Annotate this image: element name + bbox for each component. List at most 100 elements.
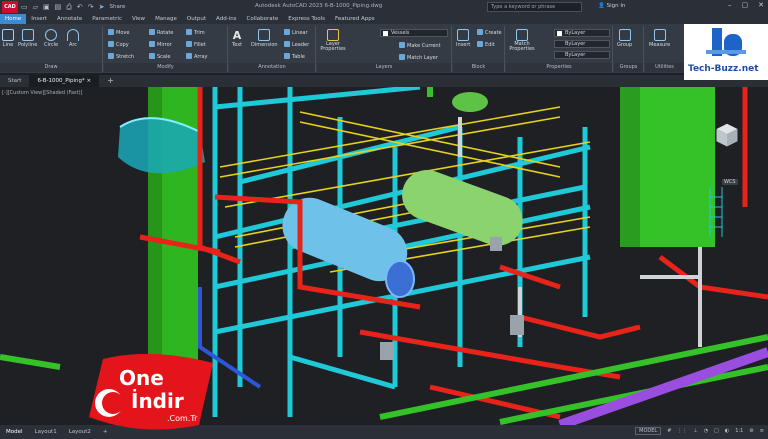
polar-icon[interactable]: ◔ (704, 428, 708, 434)
match-layer-button[interactable]: Match Layer (399, 54, 438, 61)
array-button[interactable]: Array (186, 53, 207, 60)
stretch-button[interactable]: Stretch (108, 53, 134, 60)
title-bar: CAD ▭ ▱ ▣ ▤ ⎙ ↶ ↷ ➤ Share Autodesk AutoC… (0, 0, 768, 14)
app-menu-button[interactable]: CAD (2, 1, 18, 13)
grid-icon[interactable]: # (667, 428, 671, 434)
open-icon[interactable]: ▱ (33, 3, 38, 11)
trim-button[interactable]: Trim (186, 29, 205, 36)
rotate-button[interactable]: Rotate (149, 29, 173, 36)
color-swatch (557, 31, 562, 36)
model-tab[interactable]: Model (0, 429, 29, 435)
annotation-group: A Text Dimension Linear Leader Table Anno… (229, 26, 316, 72)
redo-icon[interactable]: ↷ (88, 3, 94, 11)
save-icon[interactable]: ▣ (43, 3, 50, 11)
osnap-icon[interactable]: □ (714, 428, 719, 434)
status-tools: MODEL # ⋮⋮ ⊥ ◔ □ ◐ 1:1 ⚙ ≡ (635, 427, 764, 435)
lineweight-dropdown[interactable]: ByLayer (554, 40, 610, 48)
techbuzz-logo-mark (706, 28, 746, 56)
sign-in-button[interactable]: 👤 Sign In (598, 3, 625, 9)
tab-featured-apps[interactable]: Featured Apps (330, 16, 380, 22)
close-icon[interactable]: ✕ (758, 1, 764, 9)
block-group-label[interactable]: Block (453, 63, 504, 72)
dimension-icon (258, 29, 271, 41)
snap-icon[interactable]: ⋮⋮ (677, 428, 687, 434)
mirror-button[interactable]: Mirror (149, 41, 172, 48)
wcs-label[interactable]: WCS (722, 179, 738, 185)
linear-button[interactable]: Linear (284, 29, 308, 36)
new-tab-button[interactable]: + (99, 75, 122, 87)
viewcube[interactable] (713, 122, 741, 150)
minimize-icon[interactable]: – (728, 1, 732, 9)
tab-view[interactable]: View (127, 16, 150, 22)
match-properties-button[interactable]: Match Properties (509, 29, 535, 52)
layers-group-label[interactable]: Layers (317, 63, 451, 72)
utilities-group-label[interactable]: Utilities (645, 63, 684, 72)
linetype-dropdown[interactable]: ByLayer (554, 51, 610, 59)
model-space-toggle[interactable]: MODEL (635, 427, 662, 435)
viewport-controls[interactable]: [-][Custom View][Shaded (Fast)] (2, 90, 83, 96)
layer-properties-button[interactable]: Layer Properties (320, 29, 346, 52)
color-dropdown[interactable]: ByLayer (554, 29, 610, 37)
menu-icon[interactable]: ≡ (760, 428, 764, 434)
search-input[interactable]: Type a keyword or phrase (487, 2, 582, 12)
layer-dropdown[interactable]: Vessels (380, 29, 448, 37)
tab-output[interactable]: Output (182, 16, 211, 22)
layer-properties-icon (327, 29, 339, 41)
table-button[interactable]: Table (284, 53, 305, 60)
group-button[interactable]: Group (617, 29, 632, 48)
make-current-button[interactable]: Make Current (399, 42, 441, 49)
tab-insert[interactable]: Insert (26, 16, 52, 22)
modify-group-label[interactable]: Modify (104, 63, 227, 72)
group-icon (618, 29, 631, 41)
modify-group: Move Rotate Trim Copy Mirror Fillet Stre… (104, 26, 228, 72)
ortho-icon[interactable]: ⊥ (693, 428, 697, 434)
draw-group-label[interactable]: Draw (0, 63, 102, 72)
properties-group-label[interactable]: Properties (506, 63, 612, 72)
tab-add-ins[interactable]: Add-ins (211, 16, 242, 22)
close-tab-icon[interactable]: × (86, 78, 91, 84)
leader-button[interactable]: Leader (284, 41, 309, 48)
saveas-icon[interactable]: ▤ (55, 3, 62, 11)
polyline-icon (21, 29, 34, 41)
groups-group-label[interactable]: Groups (614, 63, 643, 72)
maximize-icon[interactable]: ▢ (742, 1, 749, 9)
equipment-box (510, 315, 524, 335)
dimension-button[interactable]: Dimension (251, 29, 278, 48)
scale-button[interactable]: Scale (149, 53, 170, 60)
create-block-button[interactable]: Create (477, 29, 502, 36)
equipment-box (490, 237, 502, 251)
new-icon[interactable]: ▭ (21, 3, 28, 11)
circle-button[interactable]: Circle (44, 29, 58, 48)
copy-button[interactable]: Copy (108, 41, 129, 48)
arc-button[interactable]: Arc (67, 29, 79, 48)
undo-icon[interactable]: ↶ (77, 3, 83, 11)
line-button[interactable]: Line (2, 29, 14, 48)
share-label[interactable]: Share (110, 4, 126, 10)
tab-express-tools[interactable]: Express Tools (283, 16, 330, 22)
edit-block-button[interactable]: Edit (477, 41, 495, 48)
file-tabs: Start 6-B-1000_Piping* × + (0, 75, 768, 87)
tab-parametric[interactable]: Parametric (87, 16, 127, 22)
tab-manage[interactable]: Manage (150, 16, 182, 22)
quick-access-toolbar: ▭ ▱ ▣ ▤ ⎙ ↶ ↷ ➤ Share (21, 3, 125, 12)
layout1-tab[interactable]: Layout1 (29, 429, 63, 435)
annotation-group-label[interactable]: Annotation (229, 63, 315, 72)
text-button[interactable]: A Text (232, 29, 242, 48)
fillet-button[interactable]: Fillet (186, 41, 206, 48)
window-controls: – ▢ ✕ (728, 1, 764, 9)
tab-annotate[interactable]: Annotate (52, 16, 87, 22)
share-icon[interactable]: ➤ (99, 3, 105, 11)
tab-home[interactable]: Home (0, 14, 27, 24)
annotation-scale-icon[interactable]: 1:1 (735, 428, 743, 434)
insert-button[interactable]: Insert (456, 29, 470, 48)
polyline-button[interactable]: Polyline (18, 29, 37, 48)
move-button[interactable]: Move (108, 29, 129, 36)
isolate-icon[interactable]: ◐ (725, 428, 729, 434)
tab-drawing[interactable]: 6-B-1000_Piping* × (29, 75, 100, 87)
measure-icon (653, 29, 666, 41)
tab-start[interactable]: Start (0, 75, 29, 87)
tab-collaborate[interactable]: Collaborate (242, 16, 284, 22)
measure-button[interactable]: Measure (649, 29, 670, 48)
print-icon[interactable]: ⎙ (66, 3, 72, 12)
settings-icon[interactable]: ⚙ (749, 428, 753, 434)
